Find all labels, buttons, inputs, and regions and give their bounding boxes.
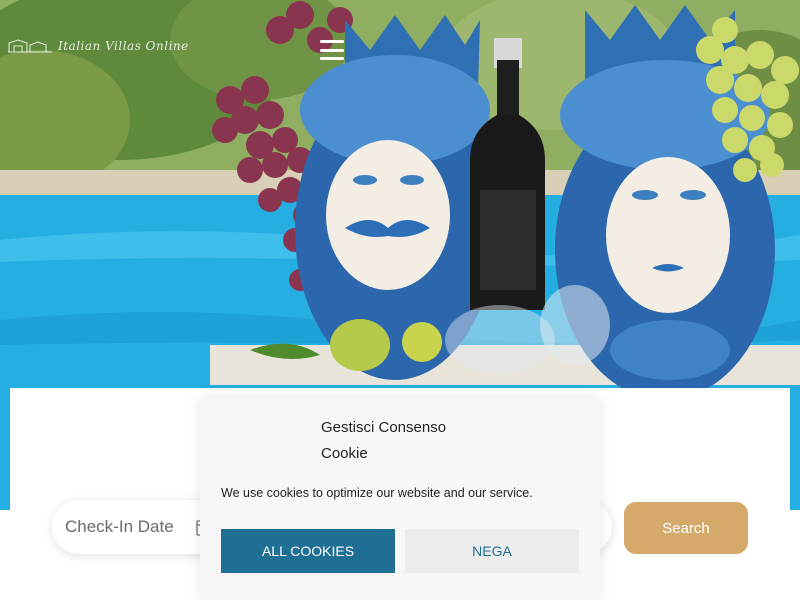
menu-bar <box>320 57 344 60</box>
site-logo[interactable]: Italian Villas Online <box>8 36 189 56</box>
cookie-banner-title: Gestisci Consenso Cookie <box>321 419 447 462</box>
villa-logo-icon <box>8 39 52 53</box>
logo-text: Italian Villas Online <box>58 39 189 53</box>
menu-bar <box>320 48 344 52</box>
cookie-banner-message: We use cookies to optimize our website a… <box>221 486 533 500</box>
menu-bar <box>320 40 344 43</box>
accept-all-cookies-button[interactable]: ALL COOKIES <box>221 529 395 573</box>
cookie-consent-banner: Gestisci Consenso Cookie We use cookies … <box>200 398 600 600</box>
checkin-date-label: Check-In Date <box>65 517 174 536</box>
search-button[interactable]: Search <box>624 502 748 554</box>
hamburger-menu-icon[interactable] <box>320 40 344 60</box>
deny-cookies-button[interactable]: NEGA <box>405 529 579 573</box>
